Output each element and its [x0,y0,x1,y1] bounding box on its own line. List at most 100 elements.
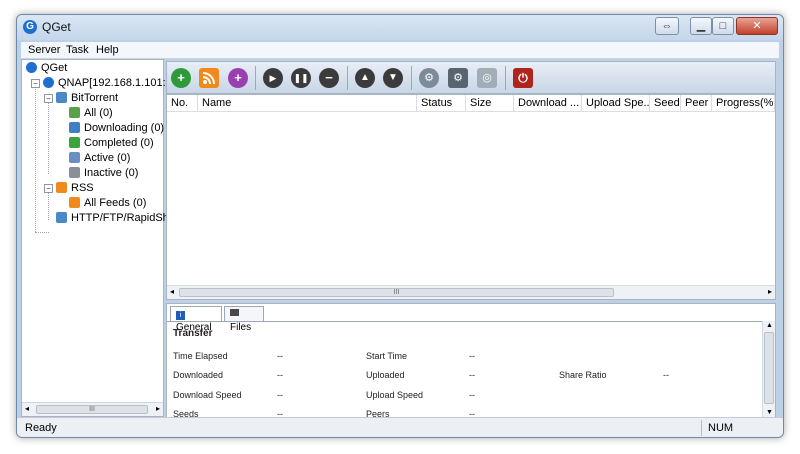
menu-server[interactable]: Server [28,44,60,56]
list-horizontal-scrollbar[interactable]: ◂ III ▸ [167,285,775,299]
tree-item-http-ftp-rapidshare[interactable]: HTTP/FTP/RapidShar [56,212,179,227]
upload-speed-value: -- [469,390,475,400]
move-up-icon[interactable]: ▲ [355,68,375,88]
server-settings-icon[interactable]: ⚙ [448,68,468,88]
uploaded-value: -- [469,370,475,380]
collapse-server-toggle[interactable]: − [31,79,40,88]
scroll-left-arrow-icon[interactable]: ◂ [170,287,174,296]
tree-item-bittorrent[interactable]: BitTorrent [56,92,118,107]
tree-label: Downloading (0) [84,122,165,134]
share-ratio-value: -- [663,370,669,380]
uploaded-label: Uploaded [366,370,405,380]
tab-files[interactable]: Files [224,306,264,333]
scroll-grip: III [393,289,400,296]
sidebar-horizontal-scrollbar[interactable]: ◂ III ▸ [22,402,163,416]
move-down-icon[interactable]: ▼ [383,68,403,88]
scroll-thumb[interactable]: III [179,288,614,297]
rss-add-icon[interactable] [199,68,219,88]
task-list[interactable]: No. Name Status Size Download ... Upload… [166,94,776,300]
server-icon [43,77,54,88]
tree-label: Completed (0) [84,137,154,149]
details-vertical-scrollbar[interactable]: ▲ ▼ [762,321,775,417]
tree-item-qget[interactable]: QGet [26,62,67,77]
tree-item-qnap-server[interactable]: QNAP[192.168.1.101:808 [43,77,184,92]
restore-button[interactable]: ⇔ [655,17,679,35]
collapse-rss-toggle[interactable]: − [44,184,53,193]
menu-help[interactable]: Help [96,44,119,56]
tab-general[interactable]: iGeneral [170,306,222,333]
tree-label: Inactive (0) [84,167,139,179]
column-status[interactable]: Status [417,95,466,112]
column-size[interactable]: Size [466,95,514,112]
qget-window: G QGet ⇔ ▁ □ ✕ Server Task Help QGet − Q… [16,14,784,438]
server-tree: QGet − QNAP[192.168.1.101:808 − BitTorre… [21,59,184,417]
minimize-button[interactable]: ▁ [690,17,712,35]
add-task-icon[interactable]: + [228,68,248,88]
status-divider [701,420,702,436]
column-no[interactable]: No. [167,95,198,112]
column-download[interactable]: Download ... [514,95,582,112]
plus-icon[interactable]: + [171,68,191,88]
close-button[interactable]: ✕ [736,17,778,35]
column-peer[interactable]: Peer [681,95,712,112]
rss-icon [56,182,67,193]
tree-item-active[interactable]: Active (0) [69,152,130,167]
column-progress[interactable]: Progress(%) [712,95,775,112]
downloaded-value: -- [277,370,283,380]
active-icon [69,152,80,163]
settings-icon[interactable]: ⚙ [419,68,439,88]
all-tasks-icon [69,107,80,118]
tree-label: All (0) [84,107,113,119]
general-tab-content: Transfer Time Elapsed -- Start Time -- D… [167,321,763,417]
menu-task[interactable]: Task [66,44,89,56]
scroll-up-arrow-icon[interactable]: ▲ [766,322,773,329]
download-speed-label: Download Speed [173,390,242,400]
tree-label: BitTorrent [71,92,119,104]
checkmark-icon [69,137,80,148]
scroll-left-arrow-icon[interactable]: ◂ [25,404,29,413]
rss-feed-icon [69,197,80,208]
tree-item-downloading[interactable]: Downloading (0) [69,122,164,137]
main-toolbar: + + ▶ ❚❚ − ▲ ▼ ⚙ ⚙ ◎ ⏻ [166,61,776,94]
tree-item-rss[interactable]: RSS [56,182,94,197]
task-details-panel: iGeneral Files Transfer Time Elapsed -- … [166,303,776,418]
column-name[interactable]: Name [198,95,417,112]
preview-icon[interactable]: ◎ [477,68,497,88]
status-text: Ready [25,422,57,434]
scroll-thumb[interactable] [764,332,774,404]
download-speed-value: -- [277,390,283,400]
scroll-down-arrow-icon[interactable]: ▼ [766,409,773,416]
title-bar[interactable]: G QGet ⇔ ▁ □ ✕ [17,15,783,40]
inactive-icon [69,167,80,178]
tree-item-all-feeds[interactable]: All Feeds (0) [69,197,146,212]
peers-label: Peers [366,409,390,417]
peers-value: -- [469,409,475,417]
power-icon[interactable]: ⏻ [513,68,533,88]
play-icon[interactable]: ▶ [263,68,283,88]
status-bar: Ready NUM [17,417,783,437]
maximize-button[interactable]: □ [712,17,734,35]
scroll-grip: III [89,406,95,413]
stop-icon[interactable]: − [319,68,339,88]
scroll-thumb[interactable]: III [36,405,148,414]
qget-icon [26,62,37,73]
pause-icon[interactable]: ❚❚ [291,68,311,88]
start-time-value: -- [469,351,475,361]
collapse-bittorrent-toggle[interactable]: − [44,94,53,103]
tree-item-inactive[interactable]: Inactive (0) [69,167,138,182]
tree-item-all[interactable]: All (0) [69,107,113,122]
http-download-icon [56,212,67,223]
column-seed[interactable]: Seed [650,95,681,112]
tree-label: HTTP/FTP/RapidShar [71,212,179,224]
tree-label: All Feeds (0) [84,197,147,209]
time-elapsed-label: Time Elapsed [173,351,228,361]
tree-item-completed[interactable]: Completed (0) [69,137,154,152]
window-title: QGet [42,20,71,34]
scroll-right-arrow-icon[interactable]: ▸ [768,287,772,296]
tree-label: RSS [71,182,94,194]
share-ratio-label: Share Ratio [559,370,607,380]
scroll-right-arrow-icon[interactable]: ▸ [156,404,160,413]
column-upload-speed[interactable]: Upload Spe... [582,95,650,112]
time-elapsed-value: -- [277,351,283,361]
seeds-value: -- [277,409,283,417]
